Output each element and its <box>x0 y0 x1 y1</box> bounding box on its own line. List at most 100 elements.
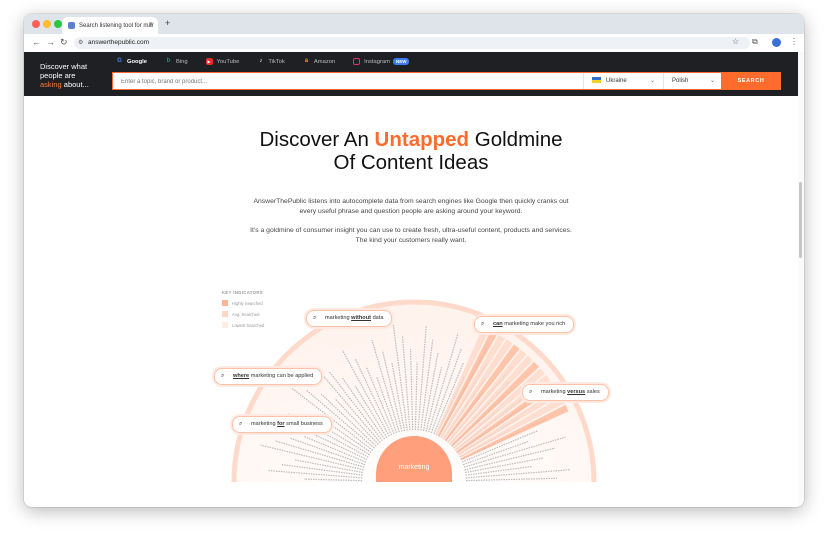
new-badge: NEW <box>392 58 410 65</box>
pill-keyword: can <box>493 321 503 327</box>
bookmark-star-icon[interactable]: ☆ <box>732 37 739 46</box>
engine-label: YouTube <box>216 58 240 65</box>
engine-tab-tiktok[interactable]: ♪ TikTok <box>257 58 285 65</box>
legend-label: Avg. Searched <box>232 311 260 317</box>
engine-tab-bing[interactable]: b Bing <box>165 58 188 65</box>
engine-tab-youtube[interactable]: ▶ YouTube <box>205 58 240 65</box>
hero-title-line-2: Of Content Ideas <box>333 151 489 174</box>
search-icon: ⌕ <box>239 421 243 427</box>
tagline-line-2: people are <box>40 71 76 80</box>
forward-icon[interactable]: → <box>46 37 55 47</box>
tagline-line-1: Discover what <box>40 62 88 71</box>
close-window-button[interactable] <box>32 20 40 28</box>
youtube-icon: ▶ <box>205 58 213 65</box>
site-tagline: Discover what people are asking about... <box>40 62 110 89</box>
hero-paragraph-1: AnswerThePublic listens into autocomplet… <box>244 197 578 217</box>
tagline-highlight: asking <box>40 80 62 89</box>
search-wheel-visualization: KEY INDICATORS Highly Searched Avg. Sear… <box>214 272 614 482</box>
hero-title-part: Goldmine <box>469 128 563 151</box>
scrollbar-thumb[interactable] <box>799 182 802 258</box>
engine-tab-instagram[interactable]: Instagram NEW <box>353 58 410 65</box>
search-icon: ⌕ <box>221 373 225 379</box>
para-line: every useful phrase and question people … <box>299 208 523 215</box>
browser-tab[interactable]: Search listening tool for mar × <box>62 17 158 34</box>
profile-avatar[interactable] <box>772 38 781 47</box>
pill-text: marketing <box>541 389 568 395</box>
site-favicon-icon <box>68 22 75 29</box>
browser-window: Search listening tool for mar × + ← → ↻ … <box>24 14 804 507</box>
suggestion-pill[interactable]: ⌕ where marketing can be applied <box>214 368 323 385</box>
chevron-down-icon: ⌄ <box>709 78 715 84</box>
pill-keyword: without <box>351 315 372 321</box>
tab-strip: Search listening tool for mar × + <box>24 14 804 34</box>
pill-text: marketing make you rich <box>502 321 566 327</box>
engine-label: Google <box>127 58 147 65</box>
pill-text: sales <box>585 389 600 395</box>
country-select[interactable]: Ukraine ⌄ <box>583 73 663 89</box>
hero-title-highlight: Untapped <box>374 128 470 151</box>
legend-title: KEY INDICATORS <box>222 290 263 295</box>
hero-title-part: Discover An <box>259 128 375 151</box>
instagram-icon <box>353 58 361 65</box>
url-field[interactable]: ⚙ answerthepublic.com <box>74 37 750 49</box>
ukraine-flag-icon <box>592 77 601 84</box>
search-box: Ukraine ⌄ Polish ⌄ <box>112 72 723 91</box>
maximize-window-button[interactable] <box>54 20 62 28</box>
extensions-icon[interactable]: ⧉ <box>752 37 758 47</box>
page-content: Discover what people are asking about...… <box>24 52 804 507</box>
suggestion-pill[interactable]: ⌕ marketing for small business <box>232 416 332 433</box>
engine-label: Amazon <box>313 58 336 65</box>
address-bar: ← → ↻ ⚙ answerthepublic.com ☆ ⧉ ⋮ <box>24 34 804 53</box>
language-select[interactable]: Polish ⌄ <box>663 73 723 89</box>
pill-keyword: for <box>277 421 285 427</box>
para-line: AnswerThePublic listens into autocomplet… <box>253 198 569 205</box>
bing-icon: b <box>166 58 171 64</box>
engine-tab-google[interactable]: G Google <box>116 58 147 65</box>
engine-label: TikTok <box>268 58 285 65</box>
pill-text: marketing <box>251 421 278 427</box>
url-text: answerthepublic.com <box>88 39 150 46</box>
key-indicators-legend: KEY INDICATORS Highly Searched Avg. Sear… <box>222 290 264 333</box>
pill-text: marketing <box>325 315 352 321</box>
reload-icon[interactable]: ↻ <box>60 37 68 48</box>
para-line: It's a goldmine of consumer insight you … <box>250 227 572 234</box>
new-tab-button[interactable]: + <box>165 18 170 28</box>
legend-item-high: Highly Searched <box>222 300 264 306</box>
site-header: Discover what people are asking about...… <box>24 52 798 96</box>
suggestion-pill[interactable]: ⌕ can marketing make you rich <box>474 316 575 333</box>
tiktok-icon: ♪ <box>259 58 263 64</box>
amazon-icon: a <box>304 58 309 64</box>
engine-label: Bing <box>175 58 188 65</box>
suggestion-pill[interactable]: ⌕ marketing versus sales <box>522 384 609 401</box>
back-icon[interactable]: ← <box>32 37 41 47</box>
legend-item-avg: Avg. Searched <box>222 311 264 317</box>
hero-paragraph-2: It's a goldmine of consumer insight you … <box>244 226 578 246</box>
chevron-down-icon: ⌄ <box>649 78 655 84</box>
pill-text: data <box>371 315 384 321</box>
pill-text: marketing can be applied <box>249 373 314 379</box>
tab-close-icon[interactable]: × <box>149 21 153 28</box>
pill-text: small business <box>284 421 323 427</box>
minimize-window-button[interactable] <box>43 20 51 28</box>
page-scrollbar[interactable] <box>798 52 804 507</box>
search-icon: ⌕ <box>313 315 317 321</box>
engine-label: Instagram <box>364 58 390 65</box>
language-value: Polish <box>672 78 689 84</box>
search-icon: ⌕ <box>481 321 485 327</box>
engine-tab-amazon[interactable]: a Amazon <box>303 58 335 65</box>
country-value: Ukraine <box>606 78 627 84</box>
search-input[interactable] <box>113 73 593 91</box>
para-line: The kind your customers really want. <box>355 237 467 244</box>
pill-keyword: versus <box>567 389 586 395</box>
tab-title: Search listening tool for mar <box>79 22 154 29</box>
search-button[interactable]: SEARCH <box>721 72 781 90</box>
hero-title: Discover An Untapped Goldmine Of Content… <box>174 128 648 174</box>
tagline-line-3: about... <box>61 80 89 89</box>
site-info-icon[interactable]: ⚙ <box>78 37 83 49</box>
suggestion-pill[interactable]: ⌕ marketing without data <box>306 310 393 327</box>
browser-menu-icon[interactable]: ⋮ <box>790 37 798 46</box>
search-engine-tabs: G Google b Bing ▶ YouTube ♪ TikTok a Ama… <box>116 58 427 65</box>
pill-keyword: where <box>233 373 250 379</box>
google-icon: G <box>117 58 122 64</box>
legend-label: Highly Searched <box>232 300 263 306</box>
